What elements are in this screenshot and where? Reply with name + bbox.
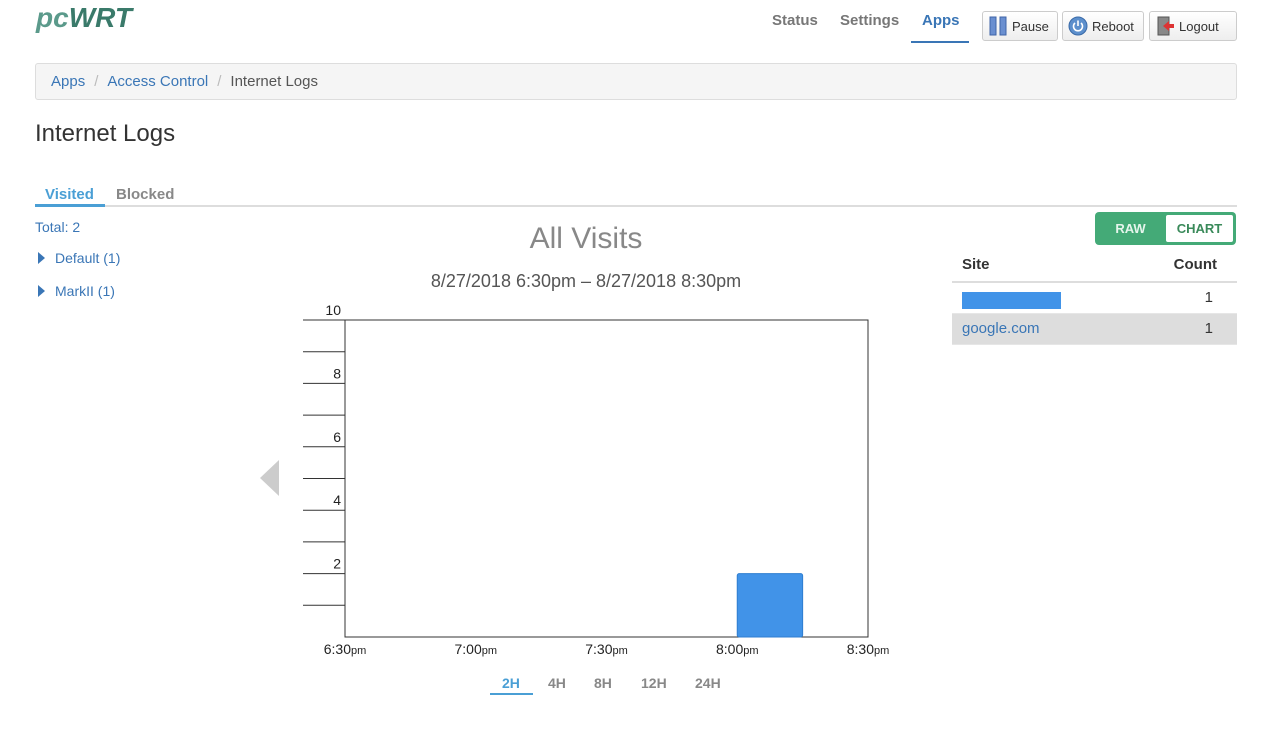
- view-toggle: RAW CHART: [1095, 212, 1236, 245]
- range-2h[interactable]: 2H: [502, 675, 520, 691]
- logout-button[interactable]: Logout: [1149, 11, 1237, 41]
- tab-visited[interactable]: Visited: [45, 186, 94, 203]
- tab-blocked[interactable]: Blocked: [116, 186, 174, 203]
- visits-bar-chart: 2 4 6 8 10 6:30pm 7:00pm 7:30pm 8:00pm 8:30pm: [303, 302, 890, 657]
- y-tick-label: 8: [333, 365, 341, 381]
- pause-label: Pause: [1012, 18, 1049, 34]
- y-tick-label: 4: [333, 492, 341, 508]
- range-4h[interactable]: 4H: [548, 675, 566, 691]
- expand-triangle-icon: [38, 252, 45, 264]
- reboot-button[interactable]: Reboot: [1062, 11, 1144, 41]
- chart-title: All Visits: [529, 222, 643, 255]
- range-active-underline: [490, 693, 533, 695]
- pause-icon: [988, 16, 1008, 36]
- group-default-label: Default (1): [55, 250, 121, 266]
- group-markii[interactable]: MarkII (1): [38, 283, 115, 299]
- total-count: Total: 2: [35, 219, 81, 235]
- expand-triangle-icon: [38, 285, 45, 297]
- nav-apps[interactable]: Apps: [922, 12, 960, 29]
- pcwrt-logo: pcWRT: [36, 2, 132, 34]
- breadcrumb-separator: /: [217, 73, 222, 90]
- nav-active-underline: [911, 41, 969, 43]
- logout-icon: [1155, 16, 1175, 36]
- reboot-label: Reboot: [1092, 18, 1134, 34]
- range-24h[interactable]: 24H: [695, 675, 721, 691]
- x-tick-label: 8:30pm: [847, 641, 890, 657]
- y-tick-label: 6: [333, 429, 341, 445]
- table-header: Site Count: [952, 250, 1237, 283]
- breadcrumb-current: Internet Logs: [230, 73, 318, 90]
- chart-subtitle: 8/27/2018 6:30pm – 8/27/2018 8:30pm: [430, 271, 742, 291]
- x-tick-label: 8:00pm: [716, 641, 759, 657]
- pause-button[interactable]: Pause: [982, 11, 1058, 41]
- page-title: Internet Logs: [35, 120, 176, 147]
- nav-settings[interactable]: Settings: [840, 12, 899, 29]
- site-count-table: Site Count 1 google.com 1: [952, 250, 1237, 345]
- tab-active-underline: [35, 204, 105, 207]
- tabs-divider: [35, 205, 1237, 207]
- chart-bar: [736, 573, 804, 638]
- logo-pc-text: pc: [36, 2, 69, 33]
- raw-view-button[interactable]: RAW: [1095, 212, 1166, 245]
- x-tick-label: 7:00pm: [454, 641, 497, 657]
- power-icon: [1068, 16, 1088, 36]
- table-cell-count: 1: [1204, 289, 1213, 306]
- redacted-site-block[interactable]: [962, 292, 1061, 309]
- column-header-site: Site: [962, 256, 990, 273]
- table-row: 1: [952, 283, 1237, 314]
- table-cell-count: 1: [1204, 320, 1213, 337]
- y-tick-label: 10: [325, 302, 341, 318]
- site-link[interactable]: google.com: [962, 320, 1040, 337]
- breadcrumb-access-control[interactable]: Access Control: [107, 73, 208, 90]
- chart-view-button[interactable]: CHART: [1166, 215, 1233, 242]
- x-tick-label: 6:30pm: [324, 641, 367, 657]
- range-12h[interactable]: 12H: [641, 675, 667, 691]
- logout-label: Logout: [1179, 18, 1219, 34]
- breadcrumb: Apps / Access Control / Internet Logs: [35, 63, 1237, 100]
- breadcrumb-separator: /: [94, 73, 99, 90]
- previous-period-arrow-icon[interactable]: [260, 460, 279, 496]
- group-default[interactable]: Default (1): [38, 250, 120, 266]
- breadcrumb-apps[interactable]: Apps: [51, 73, 85, 90]
- y-tick-label: 2: [333, 556, 341, 572]
- group-markii-label: MarkII (1): [55, 283, 115, 299]
- column-header-count: Count: [1173, 256, 1217, 273]
- range-8h[interactable]: 8H: [594, 675, 612, 691]
- x-tick-label: 7:30pm: [585, 641, 628, 657]
- table-row: google.com 1: [952, 314, 1237, 345]
- logo-wrt-text: WRT: [68, 2, 132, 33]
- nav-status[interactable]: Status: [772, 12, 818, 29]
